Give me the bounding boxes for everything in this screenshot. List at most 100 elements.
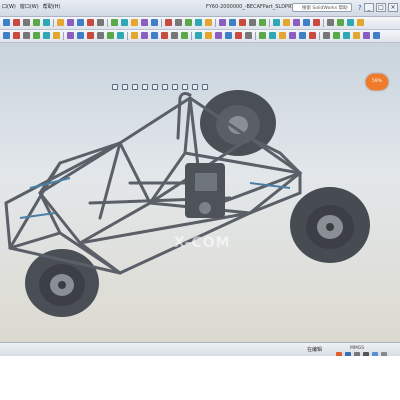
- section-view-icon[interactable]: [142, 84, 148, 90]
- toolbar-tool-icon[interactable]: [171, 32, 178, 39]
- toolbar-separator: [269, 19, 270, 27]
- toolbar-tool-icon[interactable]: [13, 32, 20, 39]
- help-icon[interactable]: ?: [358, 4, 362, 12]
- previous-view-icon[interactable]: [132, 84, 138, 90]
- document-title: FY60-2000000_-BECAFPart_SLDPRT: [206, 4, 295, 10]
- toolbar-tool-icon[interactable]: [333, 32, 340, 39]
- menu-item-window-short[interactable]: 口(W): [2, 3, 16, 12]
- toolbar-tool-icon[interactable]: [195, 19, 202, 26]
- toolbar-tool-icon[interactable]: [43, 19, 50, 26]
- toolbar-tool-icon[interactable]: [57, 19, 64, 26]
- minimize-button[interactable]: _: [364, 3, 374, 12]
- toolbar-tool-icon[interactable]: [235, 32, 242, 39]
- toolbar-tool-icon[interactable]: [273, 19, 280, 26]
- toolbar-tool-icon[interactable]: [313, 19, 320, 26]
- toolbar-tool-icon[interactable]: [245, 32, 252, 39]
- toolbar-separator: [319, 32, 320, 40]
- display-style-icon[interactable]: [162, 84, 168, 90]
- toolbar-separator: [215, 19, 216, 27]
- zoom-fit-icon[interactable]: [112, 84, 118, 90]
- toolbar-tool-icon[interactable]: [141, 19, 148, 26]
- close-button[interactable]: ×: [388, 3, 398, 12]
- toolbar-tool-icon[interactable]: [249, 19, 256, 26]
- toolbar-separator: [127, 32, 128, 40]
- toolbar-tool-icon[interactable]: [185, 19, 192, 26]
- toolbar-tool-icon[interactable]: [165, 19, 172, 26]
- heads-up-view-toolbar: [112, 84, 208, 90]
- toolbar-tool-icon[interactable]: [23, 32, 30, 39]
- toolbar-tool-icon[interactable]: [269, 32, 276, 39]
- toolbar-tool-icon[interactable]: [131, 19, 138, 26]
- apply-scene-icon[interactable]: [192, 84, 198, 90]
- toolbar-tool-icon[interactable]: [327, 19, 334, 26]
- engine-assembly: [185, 163, 225, 218]
- view-settings-icon[interactable]: [202, 84, 208, 90]
- toolbar-tool-icon[interactable]: [353, 32, 360, 39]
- toolbar-tool-icon[interactable]: [363, 32, 370, 39]
- toolbar-tool-icon[interactable]: [299, 32, 306, 39]
- toolbar-tool-icon[interactable]: [303, 19, 310, 26]
- edit-appearance-icon[interactable]: [182, 84, 188, 90]
- toolbar-tool-icon[interactable]: [131, 32, 138, 39]
- toolbar-tool-icon[interactable]: [293, 19, 300, 26]
- toolbar-tool-icon[interactable]: [225, 32, 232, 39]
- toolbar-tool-icon[interactable]: [3, 19, 10, 26]
- toolbar-tool-icon[interactable]: [77, 19, 84, 26]
- toolbar-tool-icon[interactable]: [33, 32, 40, 39]
- toolbar-tool-icon[interactable]: [151, 32, 158, 39]
- toolbar-tool-icon[interactable]: [357, 19, 364, 26]
- toolbar-tool-icon[interactable]: [283, 19, 290, 26]
- toolbar-tool-icon[interactable]: [151, 19, 158, 26]
- hide-show-icon[interactable]: [172, 84, 178, 90]
- toolbar-tool-icon[interactable]: [337, 19, 344, 26]
- toolbar-tool-icon[interactable]: [161, 32, 168, 39]
- toolbar-tool-icon[interactable]: [279, 32, 286, 39]
- toolbar-tool-icon[interactable]: [205, 32, 212, 39]
- toolbar-tool-icon[interactable]: [87, 19, 94, 26]
- toolbar-tool-icon[interactable]: [121, 19, 128, 26]
- unit-system[interactable]: MMGS: [350, 346, 364, 351]
- toolbar-tool-icon[interactable]: [33, 19, 40, 26]
- graphics-viewport[interactable]: X-COM: [0, 43, 400, 342]
- toolbar-tool-icon[interactable]: [175, 19, 182, 26]
- search-input[interactable]: 搜索 SolidWorks 帮助: [292, 3, 352, 12]
- menu-item-window[interactable]: 窗口(W): [20, 3, 39, 12]
- toolbar-tool-icon[interactable]: [43, 32, 50, 39]
- toolbar-tool-icon[interactable]: [195, 32, 202, 39]
- toolbar-tool-icon[interactable]: [97, 19, 104, 26]
- toolbar-tool-icon[interactable]: [309, 32, 316, 39]
- toolbar-tool-icon[interactable]: [323, 32, 330, 39]
- toolbar-tool-icon[interactable]: [229, 19, 236, 26]
- progress-badge[interactable]: 59%: [366, 74, 388, 90]
- zoom-area-icon[interactable]: [122, 84, 128, 90]
- toolbar-tool-icon[interactable]: [97, 32, 104, 39]
- toolbar-tool-icon[interactable]: [23, 19, 30, 26]
- toolbar-separator: [255, 32, 256, 40]
- toolbar-tool-icon[interactable]: [259, 19, 266, 26]
- toolbar-tool-icon[interactable]: [111, 19, 118, 26]
- toolbar-tool-icon[interactable]: [87, 32, 94, 39]
- toolbar-tool-icon[interactable]: [107, 32, 114, 39]
- toolbar-tool-icon[interactable]: [3, 32, 10, 39]
- toolbar-tool-icon[interactable]: [343, 32, 350, 39]
- toolbar-tool-icon[interactable]: [53, 32, 60, 39]
- maximize-button[interactable]: □: [376, 3, 386, 12]
- toolbar-tool-icon[interactable]: [67, 19, 74, 26]
- toolbar-tool-icon[interactable]: [259, 32, 266, 39]
- toolbar-tool-icon[interactable]: [181, 32, 188, 39]
- toolbar-tool-icon[interactable]: [77, 32, 84, 39]
- toolbar-separator: [107, 19, 108, 27]
- toolbar-tool-icon[interactable]: [373, 32, 380, 39]
- toolbar-tool-icon[interactable]: [141, 32, 148, 39]
- toolbar-tool-icon[interactable]: [67, 32, 74, 39]
- menu-item-help[interactable]: 帮助(H): [43, 3, 61, 12]
- toolbar-tool-icon[interactable]: [219, 19, 226, 26]
- toolbar-tool-icon[interactable]: [13, 19, 20, 26]
- toolbar-tool-icon[interactable]: [215, 32, 222, 39]
- toolbar-tool-icon[interactable]: [289, 32, 296, 39]
- toolbar-tool-icon[interactable]: [239, 19, 246, 26]
- toolbar-tool-icon[interactable]: [117, 32, 124, 39]
- toolbar-tool-icon[interactable]: [347, 19, 354, 26]
- toolbar-tool-icon[interactable]: [205, 19, 212, 26]
- view-orientation-icon[interactable]: [152, 84, 158, 90]
